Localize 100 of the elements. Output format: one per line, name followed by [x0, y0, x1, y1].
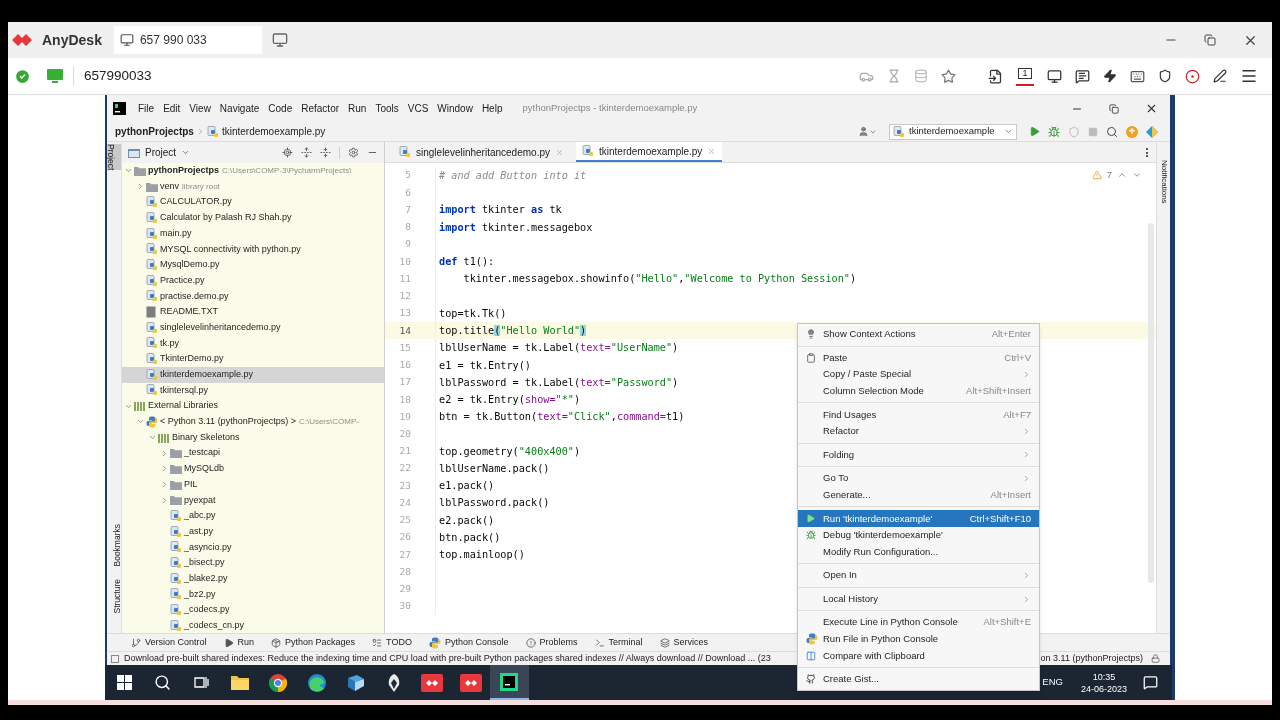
tree-item[interactable]: main.py	[122, 225, 384, 242]
menu-item[interactable]: Refactor	[798, 422, 1039, 440]
keyboard-icon[interactable]	[1130, 68, 1145, 84]
menu-item[interactable]: Execute Line in Python Console Alt+Shift+E	[798, 614, 1039, 631]
tool-window-tab[interactable]: Project	[107, 144, 121, 171]
session-tab[interactable]: 657 990 033	[113, 26, 262, 54]
file-transfer-icon[interactable]	[988, 68, 1003, 84]
run-config-dropdown[interactable]: tkinterdemoexample	[889, 123, 1017, 140]
tree-item[interactable]: Practice.py	[122, 272, 384, 289]
tree-item[interactable]: _testcapi	[122, 445, 384, 462]
menu-item[interactable]: Run File in Python Console	[798, 630, 1039, 648]
locate-icon[interactable]	[282, 147, 293, 158]
tree-item[interactable]: _asyncio.py	[122, 539, 384, 556]
interpreter-status[interactable]: on 3.11 (pythonProjectps)	[1040, 651, 1143, 666]
tree-item[interactable]: External Libraries	[122, 398, 384, 414]
monitor-icon[interactable]	[1047, 68, 1062, 84]
tree-item[interactable]: MySQLdb	[122, 461, 384, 477]
close-icon[interactable]	[1145, 102, 1158, 115]
menu-item[interactable]: Run 'tkinterdemoexample' Ctrl+Shift+F10	[798, 510, 1039, 527]
menu-item[interactable]: View	[189, 101, 211, 116]
tree-item[interactable]: Calculator by Palash RJ Shah.py	[122, 210, 384, 226]
tree-item[interactable]: singlelevelinheritancedemo.py	[122, 319, 384, 336]
tool-window-tab[interactable]: Structure	[107, 578, 121, 613]
tree-item[interactable]: _codecs_cn.py	[122, 617, 384, 633]
tree-item[interactable]: _ast.py	[122, 523, 384, 540]
plugin-icon[interactable]	[1146, 125, 1158, 138]
menu-item[interactable]: Modify Run Configuration...	[798, 543, 1039, 561]
tree-item[interactable]: venv library root	[122, 178, 384, 195]
debug-icon[interactable]	[1048, 125, 1060, 138]
menu-item[interactable]: VCS	[407, 101, 429, 116]
panel-title[interactable]: Project	[145, 145, 177, 160]
menu-item[interactable]: Generate... Alt+Insert	[798, 486, 1039, 504]
menu-item[interactable]: Show Context Actions Alt+Enter	[798, 326, 1039, 343]
menu-item[interactable]: Go To	[798, 470, 1039, 487]
tree-item[interactable]: MysqlDemo.py	[122, 257, 384, 273]
tool-window-button[interactable]: Services	[659, 635, 709, 650]
new-session-icon[interactable]	[271, 32, 288, 48]
menu-icon[interactable]	[1240, 67, 1258, 85]
taskbar-button[interactable]	[490, 665, 529, 700]
tree-item[interactable]: tk.py	[122, 335, 384, 352]
menu-item[interactable]: Compare with Clipboard	[798, 647, 1039, 665]
tree-item[interactable]: _blake2.py	[122, 570, 384, 587]
tree-item[interactable]: practise.demo.py	[122, 288, 384, 305]
tree-item[interactable]: MYSQL connectivity with python.py	[122, 241, 384, 258]
menu-item[interactable]: Code	[268, 101, 293, 116]
tool-window-button[interactable]: Version Control	[131, 635, 207, 650]
tool-window-tab[interactable]: Notifications	[1157, 142, 1170, 204]
menu-item[interactable]: Column Selection Mode Alt+Shift+Insert	[798, 382, 1039, 400]
tool-window-button[interactable]: Python Console	[428, 635, 509, 650]
tree-item[interactable]: pythonProjectps C:\Users\COMP-3\PycharmProjects\	[122, 163, 384, 179]
tree-item[interactable]: README.TXT	[122, 304, 384, 320]
user-icon[interactable]	[858, 126, 869, 137]
menu-item[interactable]: Run	[348, 101, 367, 116]
search-icon[interactable]	[1106, 125, 1118, 138]
clock[interactable]: 10:35 24-06-2023	[1080, 670, 1127, 695]
menu-item[interactable]: Folding	[798, 446, 1039, 464]
run-icon[interactable]	[1029, 126, 1040, 137]
tool-window-button[interactable]: Terminal	[594, 635, 643, 650]
chat-icon[interactable]	[1075, 68, 1090, 84]
expand-all-icon[interactable]	[301, 147, 312, 158]
menu-item[interactable]: Local History	[798, 590, 1039, 608]
menu-item[interactable]: Refactor	[301, 101, 340, 116]
tool-window-button[interactable]: Problems	[525, 635, 578, 650]
menu-item[interactable]: Copy / Paste Special	[798, 366, 1039, 383]
tree-item[interactable]: _bz2.py	[122, 586, 384, 603]
menu-item[interactable]: Debug 'tkinterdemoexample'	[798, 526, 1039, 544]
tree-item[interactable]: < Python 3.11 (pythonProjectps) > C:\Users\COMP-	[122, 414, 384, 430]
shield-icon[interactable]	[1158, 69, 1172, 83]
tree-item[interactable]: _abc.py	[122, 508, 384, 524]
breadcrumb[interactable]: tkinterdemoexample.py	[221, 124, 326, 139]
tree-item[interactable]: PIL	[122, 476, 384, 493]
tree-item[interactable]: _codecs.py	[122, 602, 384, 618]
menu-item[interactable]: Paste Ctrl+V	[798, 349, 1039, 367]
menu-item[interactable]: Edit	[163, 101, 181, 116]
tool-window-button[interactable]: TODO	[372, 635, 412, 650]
tree-item[interactable]: tkintersql.py	[122, 382, 384, 399]
collapse-all-icon[interactable]	[320, 147, 331, 158]
menu-item[interactable]: Create Gist...	[798, 671, 1039, 688]
editor-tab[interactable]: singlelevelinheritancedemo.py	[393, 142, 570, 162]
editor-tab[interactable]: tkinterdemoexample.py	[576, 142, 723, 162]
tool-window-button[interactable]: Python Packages	[271, 635, 356, 650]
display-button[interactable]: 1	[1016, 66, 1034, 86]
lightning-icon[interactable]	[1103, 69, 1117, 83]
menu-item[interactable]: Navigate	[219, 101, 260, 116]
tree-item[interactable]: TkinterDemo.py	[122, 351, 384, 367]
menu-item[interactable]: File	[138, 101, 155, 116]
lock-icon[interactable]	[1151, 654, 1160, 663]
tree-item[interactable]: Binary Skeletons	[122, 429, 384, 446]
menu-item[interactable]: Open In	[798, 567, 1039, 584]
breadcrumb[interactable]: pythonProjectps	[115, 124, 194, 139]
notification-icon[interactable]	[1143, 675, 1158, 690]
tree-item[interactable]: pyexpat	[122, 492, 384, 509]
tree-item[interactable]: CALCULATOR.py	[122, 194, 384, 211]
tool-window-tab[interactable]: Bookmarks	[107, 524, 121, 567]
menu-item[interactable]: Window	[437, 101, 473, 116]
tool-window-button[interactable]: Run	[223, 635, 255, 650]
tree-item[interactable]: tkinterdemoexample.py	[122, 366, 384, 383]
restore-icon[interactable]	[1109, 103, 1119, 114]
pen-icon[interactable]	[1213, 69, 1227, 83]
record-icon[interactable]	[1185, 68, 1200, 84]
